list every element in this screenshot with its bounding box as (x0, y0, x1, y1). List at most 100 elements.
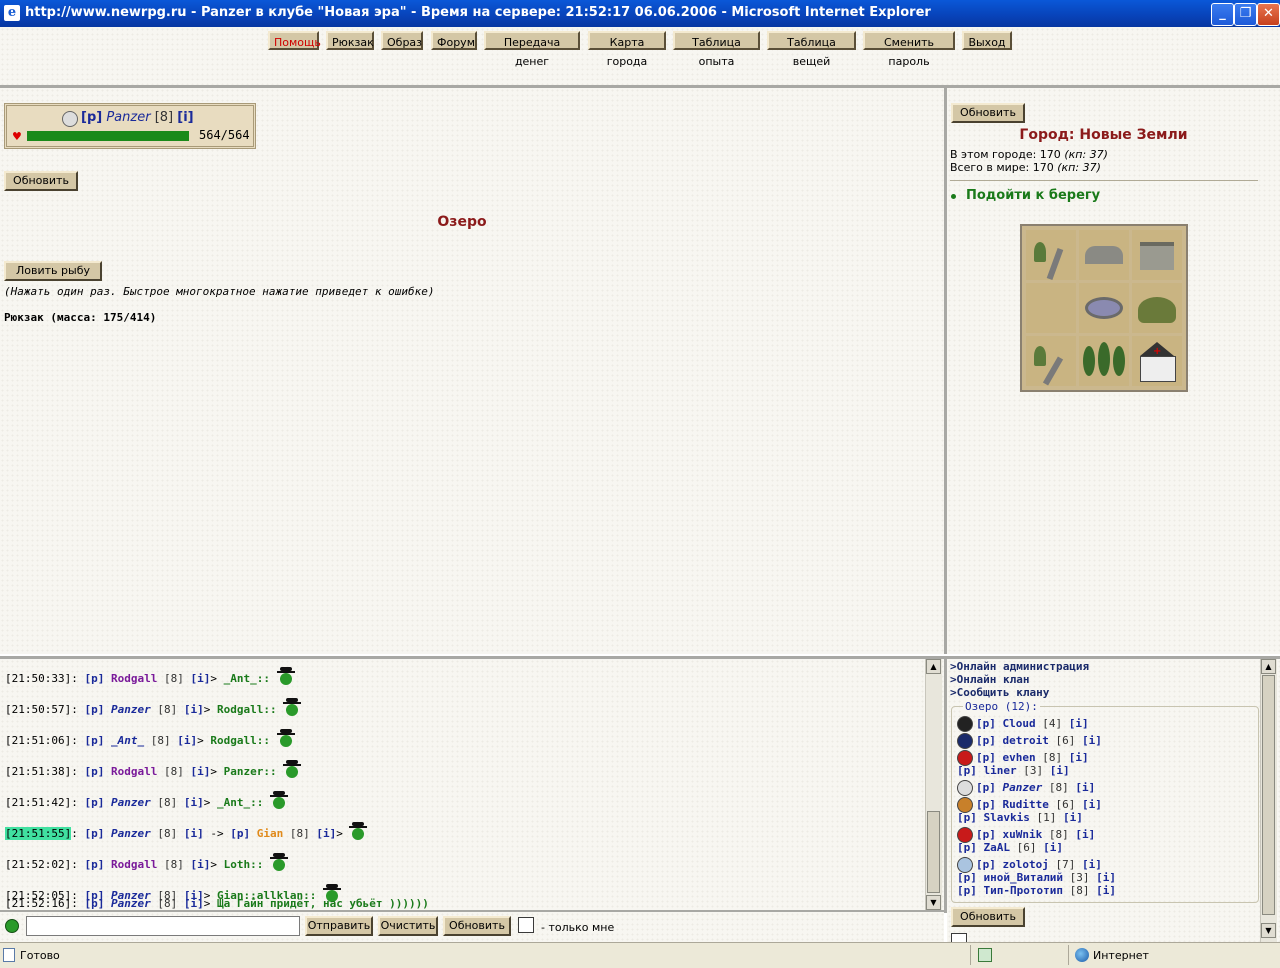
exit-button[interactable]: Выход (962, 31, 1012, 50)
online-user-name[interactable]: Ruditte (1003, 798, 1049, 811)
chat-p-link[interactable]: [p] (84, 897, 104, 910)
chat-p-link[interactable]: [p] (84, 672, 104, 685)
only-me-checkbox[interactable] (518, 917, 534, 933)
online-user-name[interactable]: liner (984, 764, 1017, 777)
online-scroll-up-icon[interactable]: ▲ (1261, 659, 1276, 674)
items-table-button[interactable]: Таблица вещей (767, 31, 856, 68)
chat-author[interactable]: Panzer (111, 827, 151, 840)
map-tile-gate[interactable] (1132, 230, 1182, 280)
chat-time[interactable]: [21:52:02] (5, 858, 71, 871)
chat-p-link[interactable]: [p] (84, 796, 104, 809)
chat-author[interactable]: Rodgall (111, 672, 157, 685)
chat-p-link[interactable]: [p] (84, 858, 104, 871)
online-info-link[interactable]: [i] (1082, 798, 1102, 811)
chat-author[interactable]: Panzer (111, 796, 151, 809)
chat-info-link[interactable]: [i] (190, 765, 210, 778)
chat-author[interactable]: _Ant_ (111, 734, 144, 747)
chat-target-p-link[interactable]: [p] (230, 827, 250, 840)
chat-time[interactable]: [21:50:57] (5, 703, 71, 716)
fish-button[interactable]: Ловить рыбу (4, 261, 102, 281)
chat-info-link[interactable]: [i] (184, 796, 204, 809)
chat-time[interactable]: [21:51:38] (5, 765, 71, 778)
map-tile-bridge[interactable] (1079, 230, 1129, 280)
chat-info-link[interactable]: [i] (184, 703, 204, 716)
chat-info-link[interactable]: [i] (190, 858, 210, 871)
online-refresh-button[interactable]: Обновить (951, 907, 1025, 927)
online-info-link[interactable]: [i] (1082, 734, 1102, 747)
online-clan-link[interactable]: >Онлайн клан (950, 673, 1029, 686)
online-p-link[interactable]: [p] (976, 858, 996, 871)
exp-table-button[interactable]: Таблица опыта (673, 31, 760, 68)
smiley-icon[interactable] (5, 919, 19, 933)
main-refresh-button[interactable]: Обновить (4, 171, 78, 191)
change-password-button[interactable]: Сменить пароль (863, 31, 955, 68)
player-p-link[interactable]: [p] (81, 110, 102, 125)
online-p-link[interactable]: [p] (957, 841, 977, 854)
city-refresh-button[interactable]: Обновить (951, 103, 1025, 123)
chat-time[interactable]: [21:52:16] (5, 897, 71, 910)
online-p-link[interactable]: [p] (957, 884, 977, 897)
close-button[interactable]: ✕ (1257, 3, 1280, 26)
online-info-link[interactable]: [i] (1082, 858, 1102, 871)
map-tile-hill[interactable] (1132, 283, 1182, 333)
player-name[interactable]: Panzer (106, 110, 150, 125)
chat-target[interactable]: Gian (257, 827, 284, 840)
online-user-name[interactable]: Тип-Прототип (984, 884, 1063, 897)
chat-author[interactable]: Panzer (111, 897, 151, 910)
map-tile-road-tree[interactable] (1026, 230, 1076, 281)
online-user-name[interactable]: evhen (1003, 751, 1036, 764)
city-map-button[interactable]: Карта города (588, 31, 666, 68)
online-user-name[interactable]: Slavkis (984, 811, 1030, 824)
chat-time[interactable]: [21:51:42] (5, 796, 71, 809)
image-button[interactable]: Образ (381, 31, 423, 50)
online-scrollbar[interactable]: ▲ ▼ (1260, 659, 1277, 943)
chat-p-link[interactable]: [p] (84, 827, 104, 840)
chat-info-link[interactable]: [i] (184, 827, 204, 840)
scroll-thumb[interactable] (927, 811, 940, 893)
online-p-link[interactable]: [p] (957, 871, 977, 884)
chat-info-link[interactable]: [i] (184, 897, 204, 910)
player-info-link[interactable]: [i] (177, 110, 193, 125)
online-user-name[interactable]: ZaAL (984, 841, 1011, 854)
help-button[interactable]: Помощь (268, 31, 321, 50)
chat-p-link[interactable]: [p] (84, 703, 104, 716)
online-user-name[interactable]: Cloud (1003, 717, 1036, 730)
maximize-button[interactable]: ❐ (1234, 3, 1257, 26)
online-info-link[interactable]: [i] (1075, 828, 1095, 841)
online-p-link[interactable]: [p] (976, 751, 996, 764)
chat-author[interactable]: Rodgall (111, 858, 157, 871)
scroll-up-arrow-icon[interactable]: ▲ (926, 659, 941, 674)
online-user-name[interactable]: xuWnik (1003, 828, 1043, 841)
online-p-link[interactable]: [p] (976, 828, 996, 841)
online-p-link[interactable]: [p] (957, 811, 977, 824)
message-input[interactable] (26, 916, 300, 936)
online-p-link[interactable]: [p] (976, 717, 996, 730)
approach-shore-link[interactable]: Подойти к берегу (966, 188, 1100, 203)
chat-author[interactable]: Panzer (111, 703, 151, 716)
online-user-name[interactable]: иной_Виталий (984, 871, 1063, 884)
send-button[interactable]: Отправить (305, 916, 373, 936)
chat-p-link[interactable]: [p] (84, 765, 104, 778)
online-p-link[interactable]: [p] (976, 781, 996, 794)
online-p-link[interactable]: [p] (976, 798, 996, 811)
online-info-link[interactable]: [i] (1050, 764, 1070, 777)
clear-button[interactable]: Очистить (378, 916, 438, 936)
chat-time[interactable]: [21:51:55] (5, 827, 72, 840)
chat-refresh-button[interactable]: Обновить (443, 916, 511, 936)
forum-button[interactable]: Форум (431, 31, 477, 50)
map-tile-lake[interactable] (1079, 283, 1129, 333)
money-transfer-button[interactable]: Передача денег (484, 31, 580, 68)
online-info-link[interactable]: [i] (1096, 884, 1116, 897)
online-user-name[interactable]: Panzer (1003, 781, 1043, 794)
map-tile-hospital[interactable]: + (1132, 336, 1182, 386)
tell-clan-link[interactable]: >Сообщить клану (950, 686, 1049, 699)
map-tile-forest[interactable] (1079, 336, 1129, 386)
chat-author[interactable]: Rodgall (111, 765, 157, 778)
online-info-link[interactable]: [i] (1069, 717, 1089, 730)
online-info-link[interactable]: [i] (1043, 841, 1063, 854)
chat-scrollbar[interactable]: ▲ ▼ (925, 659, 942, 910)
chat-time[interactable]: [21:50:33] (5, 672, 71, 685)
map-tile-road-tree-2[interactable] (1026, 336, 1076, 386)
online-info-link[interactable]: [i] (1096, 871, 1116, 884)
online-p-link[interactable]: [p] (957, 764, 977, 777)
